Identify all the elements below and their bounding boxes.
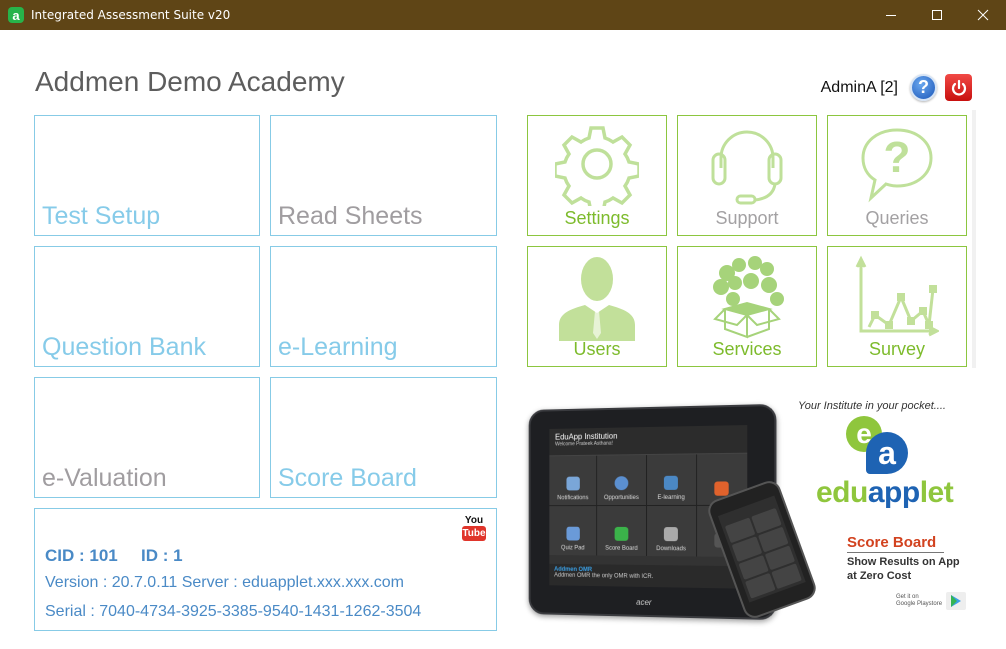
scrollbar[interactable] [972, 110, 976, 368]
tablet-tile: E-learning [646, 454, 696, 506]
id-label: ID : 1 [141, 546, 183, 565]
headset-icon [711, 130, 783, 205]
window-controls [868, 0, 1006, 30]
tile-label: e-Learning [278, 333, 398, 361]
tile-label: Score Board [278, 464, 417, 492]
tile-label: Settings [564, 208, 630, 228]
user-area: AdminA [2] ? [821, 74, 972, 101]
tile-question-bank[interactable]: Question Bank [34, 246, 260, 367]
youtube-icon: You [464, 515, 484, 526]
maximize-button[interactable] [914, 0, 960, 30]
tile-label: Survey [868, 339, 926, 359]
services-box-icon [713, 256, 784, 339]
tile-label: Read Sheets [278, 202, 423, 230]
tile-label: Queries [865, 208, 929, 228]
window-title: Integrated Assessment Suite v20 [31, 8, 231, 22]
tile-services[interactable]: Services [677, 246, 817, 367]
tile-label: e-Valuation [42, 464, 167, 492]
eduapplet-promo-banner[interactable]: EduApp Institution Welcome Prateek Astha… [524, 392, 976, 622]
power-icon [951, 79, 966, 95]
tablet-tile: Quiz Pad [549, 506, 597, 556]
help-button[interactable]: ? [910, 74, 937, 101]
tile-survey[interactable]: Survey [827, 246, 967, 367]
question-bubble-icon: ? [861, 128, 933, 203]
google-play-badge[interactable]: Get it on Google Playstore [896, 592, 967, 610]
promo-feature-text: Show Results on App at Zero Cost [847, 556, 960, 582]
tile-e-learning[interactable]: e-Learning [270, 246, 497, 367]
user-label: AdminA [2] [820, 78, 898, 96]
promo-tagline: Your Institute in your pocket.... [798, 400, 946, 412]
promo-feature-title: Score Board [847, 534, 944, 553]
tile-support[interactable]: Support [677, 115, 817, 236]
tile-test-setup[interactable]: Test Setup [34, 115, 260, 236]
youtube-button[interactable]: You Tube [462, 515, 486, 541]
version-server-line: Version : 20.7.0.11 Server : eduapplet.x… [45, 574, 404, 591]
serial-line: Serial : 7040-4734-3925-3385-9540-1431-1… [45, 603, 422, 620]
tile-settings[interactable]: Settings [527, 115, 667, 236]
tablet-tile: Downloads [646, 505, 696, 557]
tile-label: Question Bank [42, 333, 206, 361]
play-store-icon [946, 592, 967, 610]
tablet-tile: Opportunities [597, 455, 646, 506]
minimize-button[interactable] [868, 0, 914, 30]
eduapplet-logo-icon: e a [844, 414, 914, 474]
maximize-icon [932, 10, 942, 20]
help-icon: ? [918, 77, 929, 97]
close-button[interactable] [960, 0, 1006, 30]
tablet-brand: acer [636, 597, 652, 608]
tile-label: Test Setup [42, 202, 161, 230]
line-chart-icon [855, 255, 939, 337]
tile-e-valuation[interactable]: e-Valuation [34, 377, 260, 498]
close-icon [977, 9, 989, 21]
svg-text:?: ? [884, 133, 911, 182]
tile-label: Support [715, 208, 779, 228]
tablet-tile: Score Board [597, 506, 646, 556]
gear-icon [555, 126, 639, 206]
title-bar: a Integrated Assessment Suite v20 [0, 0, 1006, 30]
tile-queries[interactable]: ? Queries [827, 115, 967, 236]
app-logo-icon: a [8, 7, 24, 23]
logout-button[interactable] [945, 74, 972, 101]
tablet-tile: Notifications [549, 455, 597, 506]
academy-title: Addmen Demo Academy [35, 66, 345, 97]
user-icon [559, 257, 635, 341]
tile-score-board[interactable]: Score Board [270, 377, 497, 498]
tile-label: Users [573, 339, 621, 359]
tablet-footer-text: Addmen OMR the only OMR with ICR. [554, 572, 654, 581]
tile-read-sheets[interactable]: Read Sheets [270, 115, 497, 236]
cid-label: CID : 101 [45, 546, 118, 565]
tile-users[interactable]: Users [527, 246, 667, 367]
tile-label: Services [712, 339, 782, 359]
license-info-panel: You Tube CID : 101 ID : 1 Version : 20.7… [34, 508, 497, 631]
minimize-icon [886, 15, 896, 16]
eduapplet-wordmark: eduapplet [816, 476, 954, 509]
